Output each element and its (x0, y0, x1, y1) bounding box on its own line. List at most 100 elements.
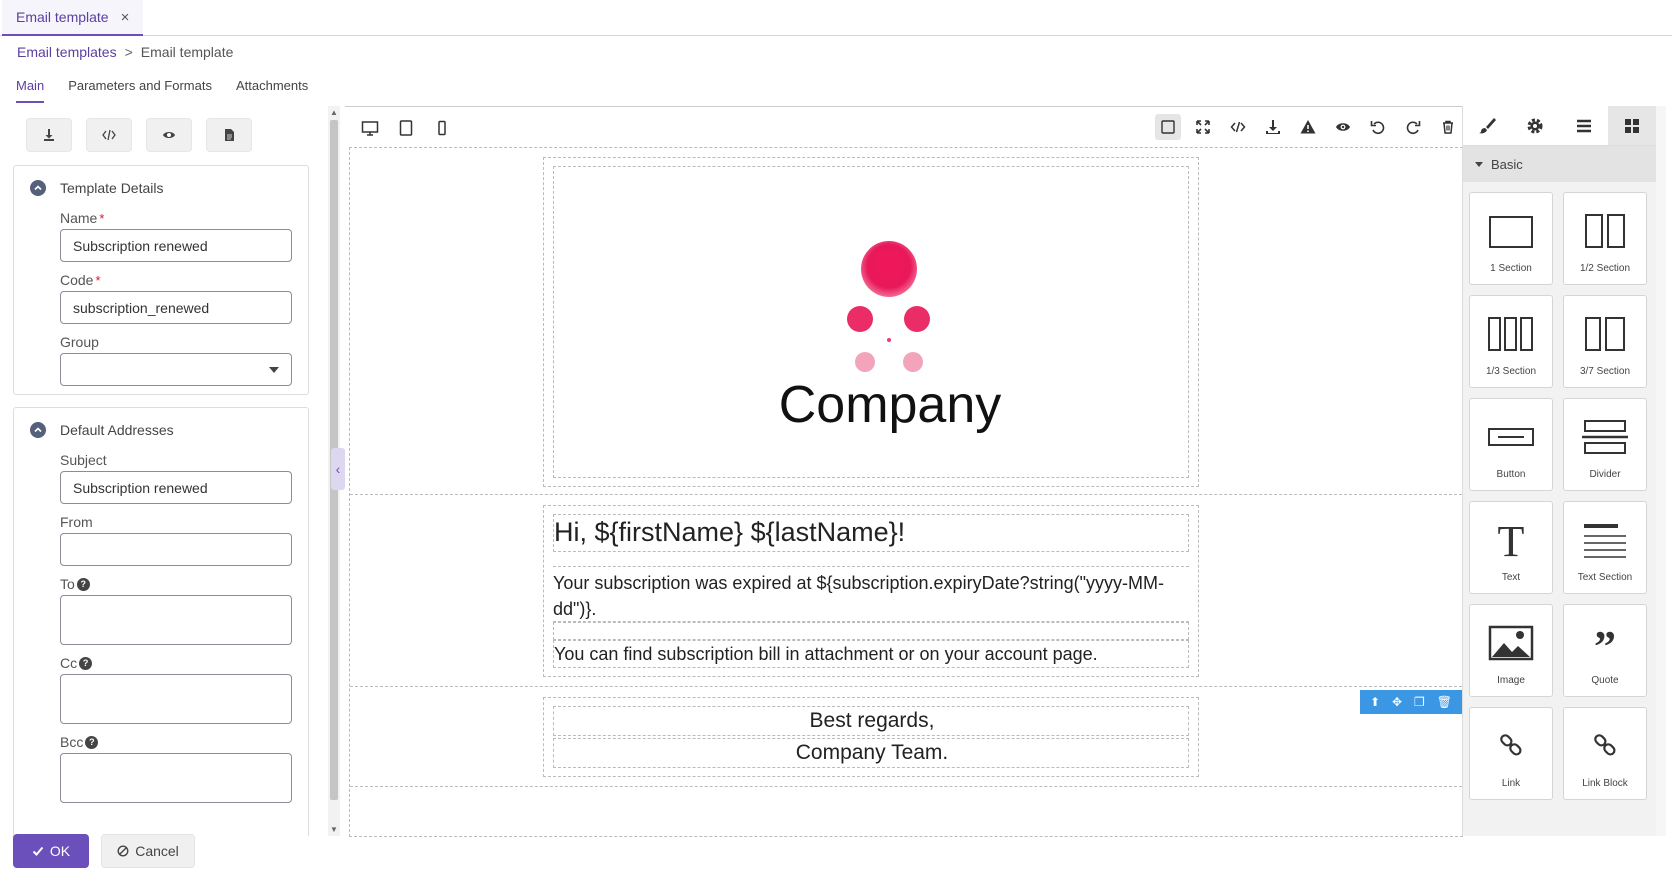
logo-row[interactable]: Company (350, 148, 1462, 495)
name-input[interactable]: Subscription renewed (60, 229, 292, 262)
tab-parameters-formats[interactable]: Parameters and Formats (68, 78, 212, 103)
ok-button[interactable]: OK (13, 834, 89, 868)
preview-button[interactable] (146, 118, 192, 152)
signature-row[interactable]: Best regards, Company Team. (350, 687, 1462, 787)
trash-icon[interactable]: 🗑 (1437, 695, 1452, 709)
logo-cell[interactable]: Company (543, 157, 1199, 487)
import-icon[interactable] (1260, 114, 1286, 140)
block-text-section[interactable]: Text Section (1563, 501, 1647, 594)
tablet-icon[interactable] (395, 117, 417, 139)
copy-icon[interactable]: ❐ (1414, 695, 1425, 709)
move-icon[interactable]: ✥ (1392, 695, 1402, 709)
content-row[interactable]: Hi, ${firstName} ${lastName}! Your subsc… (350, 495, 1462, 687)
chevron-up-icon[interactable] (30, 422, 46, 438)
block-text[interactable]: T Text (1469, 501, 1553, 594)
block-1-section[interactable]: 1 Section (1469, 192, 1553, 285)
tab-attachments[interactable]: Attachments (236, 78, 308, 103)
block-third-section[interactable]: 1/3 Section (1469, 295, 1553, 388)
left-panel: Template Details Name * Subscription rene… (0, 106, 318, 836)
default-addresses-card: Default Addresses Subject Subscription r… (13, 407, 309, 836)
blocks-panel: Basic 1 Section 1/2 Section 1/3 Section … (1462, 106, 1656, 836)
signature-2: Company Team. (795, 741, 949, 764)
mobile-icon[interactable] (431, 117, 453, 139)
to-label: To (60, 576, 75, 592)
gear-icon[interactable] (1511, 106, 1559, 145)
eye-icon[interactable] (1330, 114, 1356, 140)
collapse-panel-handle[interactable]: ‹ (331, 448, 345, 490)
group-field: Group (14, 334, 308, 386)
right-scrollbar[interactable] (1656, 106, 1666, 836)
paragraph-1[interactable]: Your subscription was expired at ${subsc… (553, 566, 1189, 622)
cc-field: Cc? (14, 655, 308, 724)
block-half-section[interactable]: 1/2 Section (1563, 192, 1647, 285)
arrow-up-icon[interactable]: ⬆ (1370, 695, 1380, 709)
help-icon[interactable]: ? (76, 577, 90, 591)
tab-label: Email template (16, 9, 109, 25)
cc-input[interactable] (60, 674, 292, 724)
ok-label: OK (49, 843, 71, 859)
redo-icon[interactable] (1400, 114, 1426, 140)
greeting-text[interactable]: Hi, ${firstName} ${lastName}! (553, 514, 1189, 552)
help-icon[interactable]: ? (85, 735, 99, 749)
spacer[interactable] (553, 622, 1189, 640)
brush-icon[interactable] (1463, 106, 1511, 145)
document-icon (225, 129, 234, 141)
cancel-icon (117, 845, 129, 857)
card-title: Template Details (60, 180, 164, 196)
undo-icon[interactable] (1365, 114, 1391, 140)
card-title: Default Addresses (60, 422, 174, 438)
signature-line-1[interactable]: Best regards, (553, 706, 1189, 736)
logo-image[interactable]: Company (553, 166, 1189, 478)
app: Email template × Email templates > Email… (0, 0, 1672, 882)
download-button[interactable] (26, 118, 72, 152)
email-canvas[interactable]: Company Hi, ${firstName} ${lastName}! Yo… (349, 147, 1463, 837)
code-button[interactable] (86, 118, 132, 152)
trash-icon[interactable] (1435, 114, 1461, 140)
document-button[interactable] (206, 118, 252, 152)
desktop-icon[interactable] (359, 117, 381, 139)
borders-icon[interactable] (1155, 114, 1181, 140)
scroll-down-icon[interactable]: ▼ (330, 825, 338, 834)
scroll-up-icon[interactable]: ▲ (330, 108, 338, 117)
subject-input[interactable]: Subscription renewed (60, 471, 292, 504)
code-icon (102, 129, 116, 141)
breadcrumb-current: Email template (140, 44, 234, 60)
help-icon[interactable]: ? (79, 656, 93, 670)
block-link[interactable]: Link (1469, 707, 1553, 800)
bcc-input[interactable] (60, 753, 292, 803)
code-input[interactable]: subscription_renewed (60, 291, 292, 324)
to-input[interactable] (60, 595, 292, 645)
tab-main[interactable]: Main (16, 78, 45, 103)
code-icon[interactable] (1225, 114, 1251, 140)
close-icon[interactable]: × (121, 9, 130, 26)
company-logo: Company (779, 241, 1001, 434)
fullscreen-icon[interactable] (1190, 114, 1216, 140)
required-mark: * (95, 272, 101, 288)
content-cell[interactable]: Hi, ${firstName} ${lastName}! Your subsc… (543, 505, 1199, 677)
breadcrumb: Email templates > Email template (17, 44, 233, 60)
breadcrumb-parent-link[interactable]: Email templates (17, 44, 117, 60)
category-basic[interactable]: Basic (1463, 146, 1656, 182)
signature-1: Best regards, (809, 709, 935, 732)
editor-toolbar (345, 107, 1463, 147)
block-button[interactable]: Button (1469, 398, 1553, 491)
block-divider[interactable]: Divider (1563, 398, 1647, 491)
group-select[interactable] (60, 353, 292, 386)
layers-icon[interactable] (1560, 106, 1608, 145)
paragraph-1-text: Your subscription was expired at ${subsc… (553, 573, 1164, 619)
block-quote[interactable]: ” Quote (1563, 604, 1647, 697)
text-icon: T (1498, 518, 1525, 562)
block-link-block[interactable]: Link Block (1563, 707, 1647, 800)
cancel-button[interactable]: Cancel (101, 834, 195, 868)
signature-line-2[interactable]: Company Team. (553, 738, 1189, 768)
tab-email-template[interactable]: Email template × (2, 0, 144, 36)
paragraph-2[interactable]: You can find subscription bill in attach… (553, 640, 1189, 668)
block-37-section[interactable]: 3/7 Section (1563, 295, 1647, 388)
from-input[interactable] (60, 533, 292, 566)
warning-icon[interactable] (1295, 114, 1321, 140)
blocks-grid-icon[interactable] (1607, 106, 1656, 145)
from-field: From (14, 514, 308, 566)
signature-cell[interactable]: Best regards, Company Team. (543, 697, 1199, 777)
chevron-up-icon[interactable] (30, 180, 46, 196)
block-image[interactable]: Image (1469, 604, 1553, 697)
